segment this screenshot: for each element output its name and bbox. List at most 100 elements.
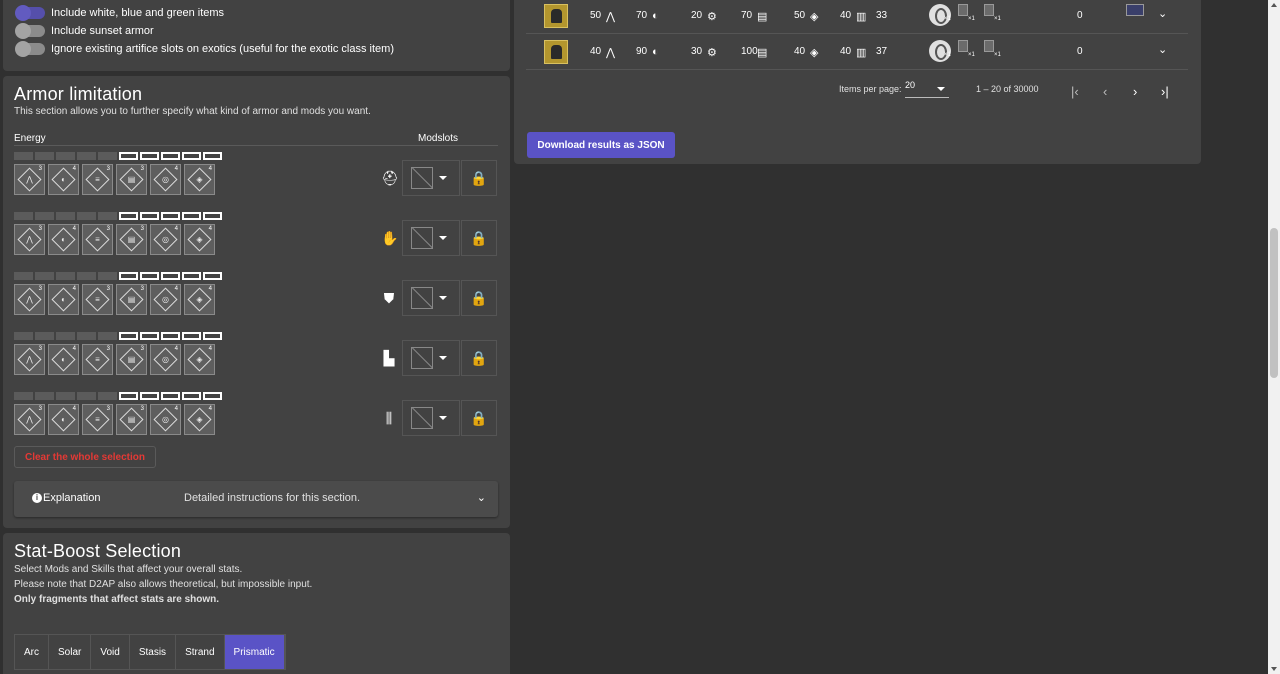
last-page-icon[interactable]: ›|	[1161, 84, 1169, 99]
energy-segment[interactable]	[161, 212, 180, 220]
energy-segment[interactable]	[119, 152, 138, 160]
chevron-down-icon[interactable]: ⌄	[1158, 7, 1167, 20]
explanation-panel[interactable]: i Explanation Detailed instructions for …	[14, 481, 498, 517]
energy-segment[interactable]	[203, 212, 222, 220]
tab-solar[interactable]: Solar	[49, 635, 92, 669]
first-page-icon[interactable]: |‹	[1071, 84, 1079, 99]
discipline-mod-icon[interactable]: ▤ 3	[116, 404, 147, 435]
energy-segment[interactable]	[140, 392, 159, 400]
strength-mod-icon[interactable]: ◈ 4	[184, 164, 215, 195]
energy-segment[interactable]	[182, 332, 201, 340]
energy-segment[interactable]	[56, 272, 75, 280]
energy-segment[interactable]	[14, 152, 33, 160]
discipline-mod-icon[interactable]: ▤ 3	[116, 344, 147, 375]
lock-icon[interactable]: 🔒	[461, 340, 497, 376]
modslot-select[interactable]	[402, 280, 460, 316]
tab-void[interactable]: Void	[91, 635, 130, 669]
next-page-icon[interactable]: ›	[1133, 84, 1137, 99]
download-json-button[interactable]: Download results as JSON	[527, 132, 675, 158]
energy-segment[interactable]	[119, 272, 138, 280]
energy-bar[interactable]	[14, 152, 222, 160]
energy-segment[interactable]	[203, 152, 222, 160]
energy-segment[interactable]	[203, 272, 222, 280]
items-per-page-select[interactable]: 20	[905, 80, 949, 98]
chevron-down-icon[interactable]: ⌄	[1158, 43, 1167, 56]
energy-bar[interactable]	[14, 212, 222, 220]
energy-segment[interactable]	[98, 272, 117, 280]
resilience-mod-icon[interactable]: ◐ 4	[48, 284, 79, 315]
energy-segment[interactable]	[203, 332, 222, 340]
energy-segment[interactable]	[182, 152, 201, 160]
energy-segment[interactable]	[56, 332, 75, 340]
energy-bar[interactable]	[14, 272, 222, 280]
page-scrollbar[interactable]	[1268, 0, 1280, 674]
intellect-mod-icon[interactable]: ◎ 4	[150, 224, 181, 255]
scroll-up-icon[interactable]	[1271, 3, 1277, 7]
intellect-mod-icon[interactable]: ◎ 4	[150, 284, 181, 315]
tab-arc[interactable]: Arc	[15, 635, 49, 669]
energy-segment[interactable]	[98, 392, 117, 400]
option-white-blue-green[interactable]: Include white, blue and green items	[15, 5, 224, 21]
discipline-mod-icon[interactable]: ▤ 3	[116, 164, 147, 195]
energy-segment[interactable]	[35, 152, 54, 160]
result-row[interactable]: 40 ⋀ 90 ◐ 30 ⚙ 100 ▤ 40 ◈ 40 ▥ 37 ×1 ×1 ×1 0 ⌄	[526, 34, 1188, 70]
scroll-down-icon[interactable]	[1271, 667, 1277, 671]
strength-mod-icon[interactable]: ◈ 4	[184, 404, 215, 435]
intellect-mod-icon[interactable]: ◎ 4	[150, 344, 181, 375]
energy-segment[interactable]	[140, 212, 159, 220]
modslot-select[interactable]	[402, 340, 460, 376]
energy-segment[interactable]	[14, 212, 33, 220]
lock-icon[interactable]: 🔒	[461, 400, 497, 436]
recovery-mod-icon[interactable]: ≡ 3	[82, 224, 113, 255]
previous-page-icon[interactable]: ‹	[1103, 84, 1107, 99]
discipline-mod-icon[interactable]: ▤ 3	[116, 284, 147, 315]
resilience-mod-icon[interactable]: ◐ 4	[48, 164, 79, 195]
mobility-mod-icon[interactable]: ⋀ 3	[14, 224, 45, 255]
resilience-mod-icon[interactable]: ◐ 4	[48, 344, 79, 375]
option-ignore-artifice[interactable]: Ignore existing artifice slots on exotic…	[15, 41, 394, 57]
energy-segment[interactable]	[140, 152, 159, 160]
mobility-mod-icon[interactable]: ⋀ 3	[14, 164, 45, 195]
energy-segment[interactable]	[35, 272, 54, 280]
lock-icon[interactable]: 🔒	[461, 280, 497, 316]
tab-strand[interactable]: Strand	[176, 635, 225, 669]
energy-segment[interactable]	[35, 392, 54, 400]
strength-mod-icon[interactable]: ◈ 4	[184, 224, 215, 255]
energy-segment[interactable]	[161, 332, 180, 340]
energy-segment[interactable]	[140, 332, 159, 340]
resilience-mod-icon[interactable]: ◐ 4	[48, 224, 79, 255]
energy-segment[interactable]	[182, 272, 201, 280]
intellect-mod-icon[interactable]: ◎ 4	[150, 404, 181, 435]
energy-segment[interactable]	[161, 392, 180, 400]
energy-segment[interactable]	[161, 152, 180, 160]
energy-segment[interactable]	[14, 332, 33, 340]
energy-bar[interactable]	[14, 392, 222, 400]
resilience-mod-icon[interactable]: ◐ 4	[48, 404, 79, 435]
toggle-switch[interactable]	[15, 41, 45, 57]
energy-segment[interactable]	[203, 392, 222, 400]
recovery-mod-icon[interactable]: ≡ 3	[82, 284, 113, 315]
strength-mod-icon[interactable]: ◈ 4	[184, 284, 215, 315]
modslot-select[interactable]	[402, 400, 460, 436]
mobility-mod-icon[interactable]: ⋀ 3	[14, 344, 45, 375]
energy-segment[interactable]	[77, 272, 96, 280]
discipline-mod-icon[interactable]: ▤ 3	[116, 224, 147, 255]
result-row[interactable]: 50 ⋀ 70 ◐ 20 ⚙ 70 ▤ 50 ◈ 40 ▥ 33 ×1 ×1 ×1 0 ⌄	[526, 0, 1188, 34]
recovery-mod-icon[interactable]: ≡ 3	[82, 404, 113, 435]
lock-icon[interactable]: 🔒	[461, 160, 497, 196]
lock-icon[interactable]: 🔒	[461, 220, 497, 256]
energy-segment[interactable]	[35, 212, 54, 220]
energy-bar[interactable]	[14, 332, 222, 340]
energy-segment[interactable]	[98, 152, 117, 160]
tab-prismatic[interactable]: Prismatic	[224, 635, 285, 669]
energy-segment[interactable]	[182, 212, 201, 220]
mobility-mod-icon[interactable]: ⋀ 3	[14, 284, 45, 315]
modslot-select[interactable]	[402, 160, 460, 196]
energy-segment[interactable]	[98, 332, 117, 340]
mobility-mod-icon[interactable]: ⋀ 3	[14, 404, 45, 435]
energy-segment[interactable]	[56, 212, 75, 220]
energy-segment[interactable]	[77, 152, 96, 160]
scrollbar-thumb[interactable]	[1270, 228, 1278, 378]
toggle-switch[interactable]	[15, 23, 45, 39]
energy-segment[interactable]	[56, 152, 75, 160]
